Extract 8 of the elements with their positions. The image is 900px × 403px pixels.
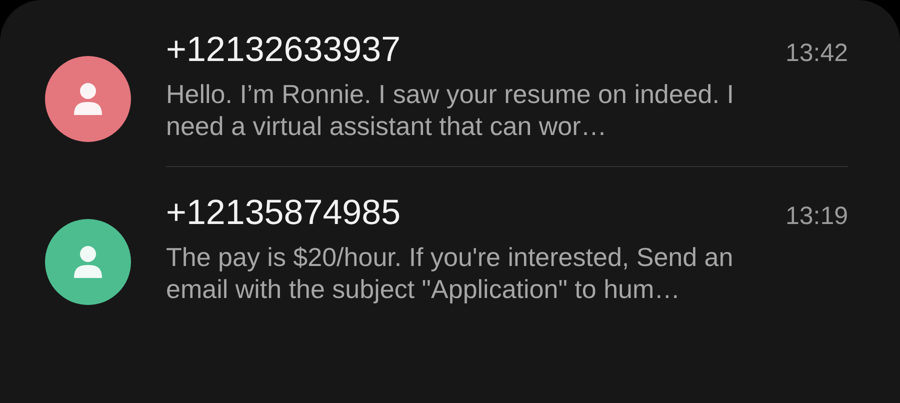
- message-preview: Hello. I’m Ronnie. I saw your resume on indeed. I need a virtual assistant that can wor…: [166, 78, 735, 142]
- message-preview: The pay is $20/hour. If you're interested, Send an email with the subject "Application" to hum…: [166, 241, 734, 305]
- person-icon: [73, 245, 103, 279]
- person-icon: [73, 82, 103, 116]
- sender-number: +12135874985: [166, 193, 401, 233]
- message-time: 13:42: [785, 39, 848, 68]
- sender-number: +12132633937: [166, 30, 401, 70]
- message-time: 13:19: [785, 202, 848, 231]
